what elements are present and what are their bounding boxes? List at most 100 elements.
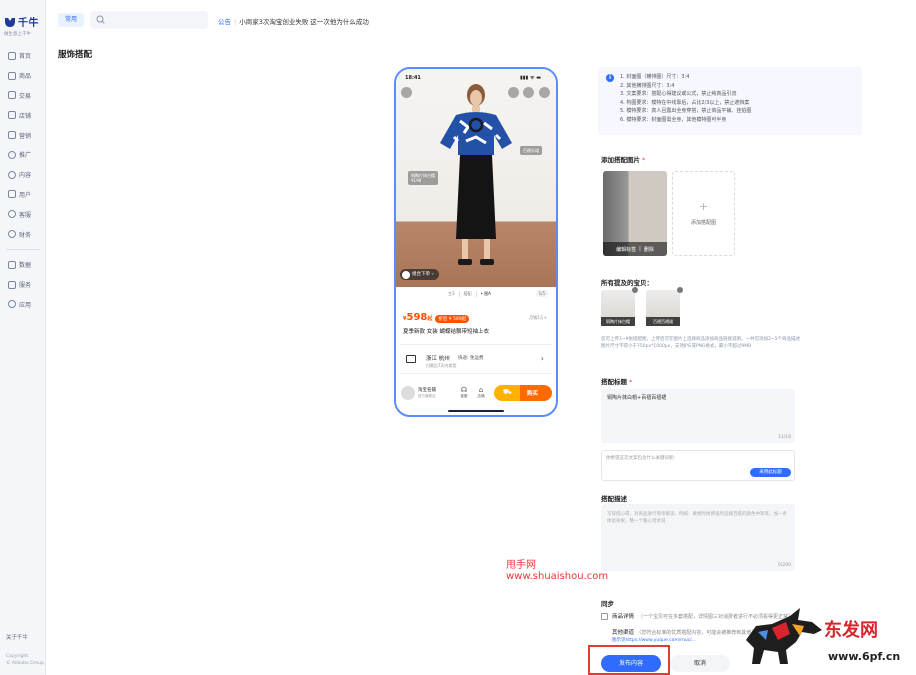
announcement[interactable]: 公告 | 小商家3次淘宝创业失败 这一次他为什么成功 — [218, 16, 369, 26]
photo-thumbnail-tabs[interactable]: 主3 搭配 • 图A — [444, 290, 495, 298]
sidebar-item-promote[interactable]: 推广 — [0, 145, 46, 165]
sidebar-divider — [6, 248, 40, 250]
sidebar-item-user[interactable]: 用户 — [0, 185, 46, 205]
delete-image-button[interactable]: 删除 — [644, 246, 654, 253]
thumb-tab[interactable]: 主3 — [444, 291, 460, 297]
marketing-icon — [8, 131, 16, 140]
requirement-item: 6. 模特要求：封面图需全身，其他模特图可半身 — [620, 116, 727, 123]
sidebar-item-product[interactable]: 商品 — [0, 66, 46, 86]
requirement-item: 4. 构图要求：模特在中线靠后，占比2/3以上，禁止遮挡案 — [620, 99, 750, 106]
customer-service-button[interactable]: ☊ 客服 — [457, 386, 471, 399]
favorite-icon[interactable] — [523, 87, 534, 98]
monthly-sales: 月销1万+ — [529, 315, 547, 320]
sidebar-item-service[interactable]: 客服 — [0, 204, 46, 224]
ship-freight: 快递: 免运费 — [458, 356, 484, 361]
product-tag[interactable]: 百褶半裙 — [520, 146, 542, 155]
outfit-image-thumb[interactable]: 编辑标签 | 删除 — [603, 171, 667, 256]
product-price-unit: 起 — [427, 316, 433, 322]
section-title-text: 添加搭配图片 — [601, 156, 640, 164]
product-tag[interactable]: 铜陶片抹白帽 ¥198 — [408, 171, 438, 185]
outfit-photo: 18:41 ▮▮▮ ᯤ ▬ 铜陶片抹白帽 ¥198 百褶半裙 组合下单 › — [396, 69, 556, 287]
announcement-separator: | — [234, 18, 237, 26]
mentioned-item[interactable]: 百褶百褶裙 — [646, 287, 683, 326]
top-bar: 常用 公告 | 小商家3次淘宝创业失败 这一次他为什么成功 — [46, 0, 916, 40]
shop-icon — [8, 111, 16, 120]
sidebar-item-marketing[interactable]: 营销 — [0, 125, 46, 145]
product-tag-price: ¥198 — [411, 178, 422, 183]
cart-icon — [402, 270, 410, 279]
copyright-line: Copyright — [6, 654, 28, 659]
publish-highlight-box — [588, 645, 670, 675]
requirements-tips: i 1. 封面图（横排图）尺寸：3:4 2. 其他横排图尺寸：3:4 3. 文案… — [598, 67, 862, 135]
required-mark: * — [642, 156, 646, 164]
sidebar-item-home[interactable]: 首页 — [0, 46, 46, 66]
plus-icon: + — [698, 200, 709, 213]
char-counter: 0/200 — [778, 563, 791, 568]
finance-icon — [8, 230, 16, 239]
sync-option-label: 其他渠道 — [612, 630, 635, 636]
bar-separator: | — [639, 246, 641, 252]
mentioned-items-title: 所有提及的宝贝： — [601, 279, 653, 287]
sidebar-item-content[interactable]: 内容 — [0, 165, 46, 185]
sidebar-item-data[interactable]: 数据 — [0, 255, 46, 275]
buy-button[interactable]: ⛟ 购买 — [494, 385, 552, 401]
product-price: ¥598起 — [403, 312, 433, 323]
sidebar-item-label: 数据 — [19, 262, 32, 270]
remove-icon[interactable] — [677, 287, 683, 293]
more-icon[interactable] — [539, 87, 550, 98]
shop-name[interactable]: 淘宝名铺 — [418, 387, 436, 393]
photo-page-indicator: 1/5 — [535, 290, 548, 297]
sync-option-label: 商品详情 — [612, 614, 635, 620]
upload-hint: 您可上传1~9张搭配图，上传后可在图片上选择商品添加商品链接说明，一共可添加2~… — [601, 337, 800, 349]
remove-icon[interactable] — [632, 287, 638, 293]
home-indicator — [448, 410, 504, 412]
ai-keyword-input[interactable]: 你希望这次文案包含什么关键词呢： 采用此标题 — [601, 450, 795, 481]
sidebar-item-label: 交易 — [19, 92, 32, 100]
combo-order-label: 组合下单 — [412, 272, 430, 277]
shipping-row[interactable]: 浙江 杭州 快递: 免运费 付款后7天内发货 › — [400, 344, 552, 374]
edit-tag-button[interactable]: 编辑标签 — [616, 246, 636, 253]
about-link[interactable]: 关于千牛 — [6, 633, 46, 641]
requirement-item: 3. 文案要求：搭配心得建议或公式，禁止纯商品引流 — [620, 91, 737, 97]
description-placeholder: 写穿搭心得，对商品进行简单解读，例如：要想时尚感强烈选择百搭的颜色中等等，加一条… — [607, 512, 787, 524]
add-image-button[interactable]: + 添加搭配图 — [672, 171, 735, 256]
combo-order-button[interactable]: 组合下单 › — [400, 269, 439, 280]
outfit-description-input[interactable]: 写穿搭心得，对商品进行简单解读，例如：要想时尚感强烈选择百搭的颜色中等等，加一条… — [601, 504, 795, 571]
sidebar-item-finance[interactable]: 财务 — [0, 224, 46, 244]
sidebar-item-apps[interactable]: 应用 — [0, 295, 46, 315]
section-title-text: 搭配标题 — [601, 378, 627, 386]
thumb-tab[interactable]: 搭配 — [460, 291, 477, 297]
coupon-badge: 折后 ¥ 589起 — [435, 315, 470, 323]
outfit-title-input[interactable]: 铜陶片抹白帽+百褶百褶裙 11/18 — [601, 389, 795, 443]
use-title-button[interactable]: 采用此标题 — [750, 468, 791, 477]
sidebar-item-trade[interactable]: 交易 — [0, 86, 46, 106]
back-icon[interactable] — [401, 87, 412, 98]
sync-product-detail-checkbox[interactable] — [601, 612, 608, 620]
thumb-tab[interactable]: • 图A — [477, 291, 495, 297]
image-action-bar: 编辑标签 | 删除 — [603, 242, 667, 256]
home-icon — [8, 51, 16, 60]
required-mark: * — [629, 378, 633, 386]
qianniu-logo[interactable]: 千牛 做生意上千牛 — [4, 14, 46, 37]
share-icon[interactable] — [508, 87, 519, 98]
product-title: 夏季新款 女装 蝴蝶结飘带短袖上衣 — [403, 329, 489, 335]
cancel-button[interactable]: 取消 — [670, 655, 730, 672]
shop-avatar[interactable] — [401, 386, 415, 400]
phone-bottom-bar: 淘宝名铺 官方旗舰店 ☊ 客服 ⌂ 店铺 ⛟ 购买 — [396, 381, 556, 407]
sidebar-nav: 首页 商品 交易 店铺 营销 推广 内容 用户 客服 财务 数据 服务 应用 — [0, 46, 46, 314]
requirement-item: 5. 模特要求：真人且露出全身穿搭，禁止商品平铺、挂拍图 — [620, 108, 752, 114]
search-input[interactable] — [90, 11, 208, 29]
sidebar-item-label: 应用 — [19, 301, 32, 309]
announcement-message[interactable]: 小商家3次淘宝创业失败 这一次他为什么成功 — [239, 18, 369, 26]
sidebar-item-service-market[interactable]: 服务 — [0, 275, 46, 295]
tab-common[interactable]: 常用 — [58, 13, 84, 27]
sync-example-link[interactable]: 图示见https://www.yuque.com/rnuc/... — [612, 637, 696, 643]
shop-button[interactable]: ⌂ 店铺 — [474, 386, 488, 399]
buy-label: 购买 — [527, 391, 539, 397]
mentioned-item[interactable]: 铜陶片抹白帽 — [601, 287, 638, 326]
bull-logo-icon — [746, 608, 822, 664]
sidebar-item-shop[interactable]: 店铺 — [0, 105, 46, 125]
title-section-title: 搭配标题 * — [601, 376, 632, 386]
announcement-tag: 公告 — [218, 18, 231, 26]
sync-section-title: 同步 — [601, 600, 614, 608]
